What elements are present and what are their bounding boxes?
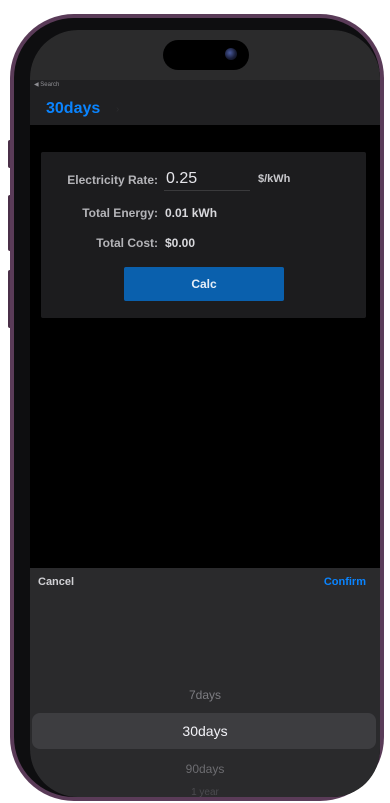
picker-option-30days-selected[interactable]: 30days [30,723,380,739]
rate-label: Electricity Rate: [67,173,158,187]
camera-icon [225,48,237,60]
energy-row: Total Energy: 0.01 kWh [41,203,366,225]
rate-row: Electricity Rate: $/kWh [41,168,366,192]
rate-unit: $/kWh [258,173,291,185]
cost-label: Total Cost: [96,236,158,250]
period-title-button[interactable]: 30days [46,100,100,118]
rate-input[interactable] [164,168,250,191]
cancel-button[interactable]: Cancel [38,576,74,588]
back-to-search-link[interactable]: ◀ Search [34,81,59,88]
cost-row: Total Cost: $0.00 [41,233,366,255]
picker-option-1-year[interactable]: 1 year [30,787,380,797]
cost-value: $0.00 [165,236,196,250]
energy-value: 0.01 kWh [165,206,218,220]
status-bar [30,30,380,80]
confirm-button[interactable]: Confirm [324,576,366,588]
period-picker-sheet: Cancel Confirm 7days 30days 90days 1 yea… [30,568,380,797]
period-picker-wheel[interactable]: 7days 30days 90days 1 year [30,648,380,797]
picker-option-90days[interactable]: 90days [30,762,380,776]
picker-option-7days[interactable]: 7days [30,688,380,702]
phone-screen: ◀ Search 30days › Electricity Rate: $/kW… [30,30,380,797]
chevron-right-icon: › [116,104,120,115]
dynamic-island [163,40,249,70]
energy-label: Total Energy: [82,206,158,220]
navigation-bar: ◀ Search 30days › [30,80,380,125]
calc-button[interactable]: Calc [124,267,284,301]
cost-calculator-card: Electricity Rate: $/kWh Total Energy: 0.… [41,152,366,318]
